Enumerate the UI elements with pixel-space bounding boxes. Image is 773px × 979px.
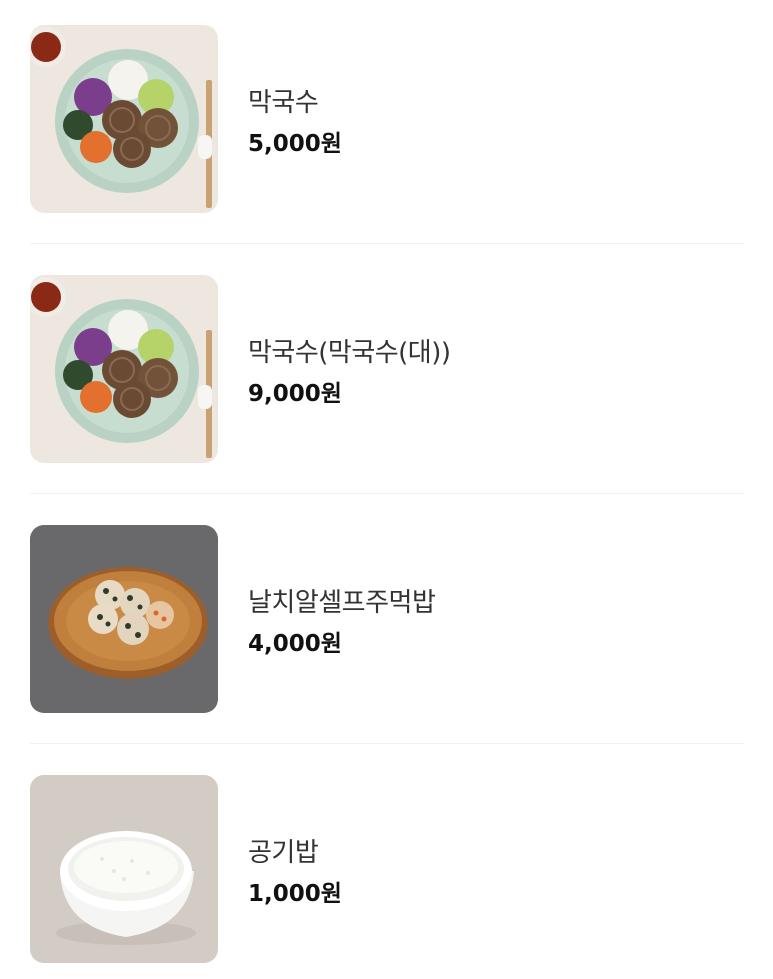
menu-item-name: 날치알셀프주먹밥 <box>248 588 436 618</box>
menu-item-info: 막국수 5,000원 <box>248 86 342 158</box>
menu-item-info: 막국수(막국수(대)) 9,000원 <box>248 336 451 408</box>
menu-item[interactable]: 날치알셀프주먹밥 4,000원 <box>30 525 744 744</box>
menu-item-price: 5,000원 <box>248 131 342 157</box>
buckwheat-noodle-plate-image <box>30 25 218 213</box>
menu-item-info: 공기밥 1,000원 <box>248 836 342 908</box>
divider <box>30 243 744 244</box>
divider <box>30 743 744 744</box>
menu-item-info: 날치알셀프주먹밥 4,000원 <box>248 586 436 658</box>
menu-item[interactable]: 공기밥 1,000원 <box>30 775 744 963</box>
menu-item[interactable]: 막국수 5,000원 <box>30 25 744 244</box>
buckwheat-noodle-plate-image <box>30 275 218 463</box>
menu-item-price: 4,000원 <box>248 631 342 657</box>
rice-ball-plate-image <box>30 525 218 713</box>
menu-item[interactable]: 막국수(막국수(대)) 9,000원 <box>30 275 744 494</box>
divider <box>30 493 744 494</box>
menu-item-price: 1,000원 <box>248 881 342 907</box>
menu-item-price: 9,000원 <box>248 381 342 407</box>
rice-bowl-image <box>30 775 218 963</box>
menu-item-name: 막국수 <box>248 88 319 118</box>
menu-list: 막국수 5,000원 막국수(막국수(대)) 9,000원 날치알셀프주먹밥 4… <box>30 25 744 963</box>
menu-item-name: 공기밥 <box>248 838 319 868</box>
menu-item-name: 막국수(막국수(대)) <box>248 338 451 368</box>
